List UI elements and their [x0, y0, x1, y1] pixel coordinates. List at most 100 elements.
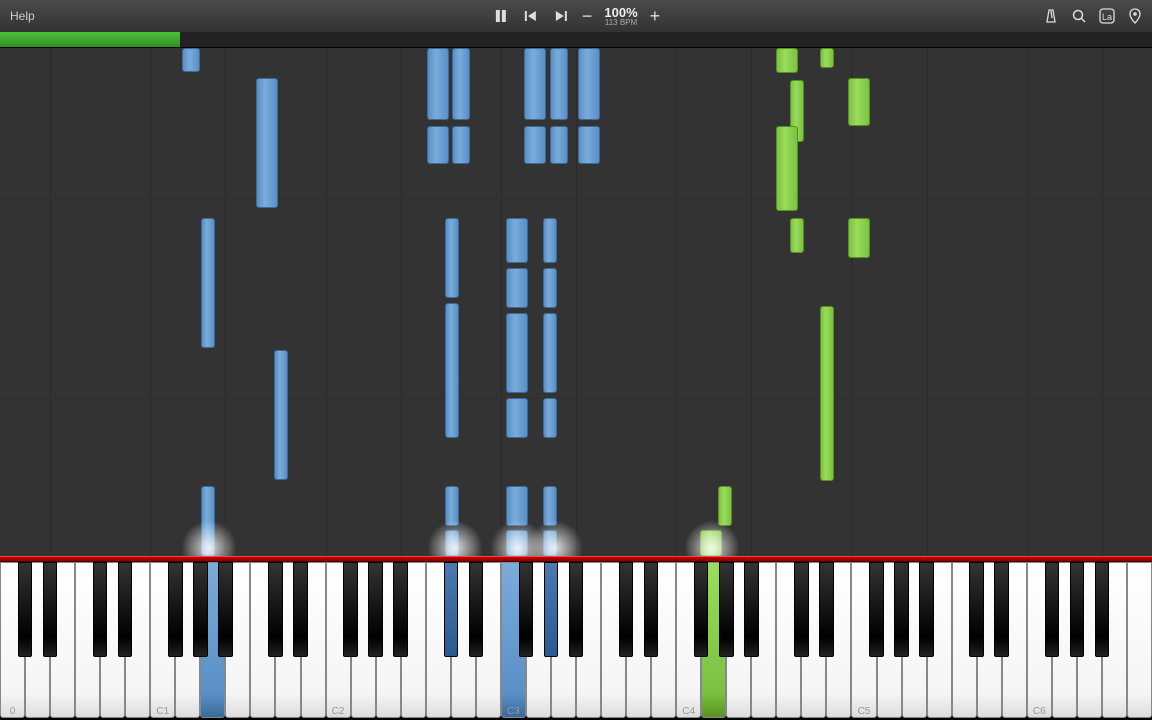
speed-bpm: 113 BPM	[604, 19, 637, 27]
black-key[interactable]	[744, 562, 759, 657]
toolbar: Help − 100% 113 BPM + La	[0, 0, 1152, 32]
falling-note	[543, 218, 557, 263]
grid-line-v	[676, 48, 677, 556]
grid-line-v	[576, 48, 577, 556]
falling-note	[790, 218, 804, 253]
grid-line-v	[326, 48, 327, 556]
falling-note	[578, 48, 600, 120]
black-key[interactable]	[519, 562, 534, 657]
progress-bar[interactable]	[0, 32, 1152, 48]
falling-note	[848, 218, 870, 258]
falling-note	[543, 313, 557, 393]
falling-note	[506, 313, 528, 393]
grid-line-v	[225, 48, 226, 556]
black-key[interactable]	[819, 562, 834, 657]
falling-note	[543, 530, 557, 556]
falling-note	[506, 398, 528, 438]
falling-note	[524, 126, 546, 164]
grid-line-v	[50, 48, 51, 556]
next-button[interactable]	[552, 7, 570, 25]
falling-note	[445, 486, 459, 526]
black-key[interactable]	[118, 562, 133, 657]
black-key[interactable]	[1045, 562, 1060, 657]
falling-note	[776, 126, 798, 211]
black-key[interactable]	[293, 562, 308, 657]
black-key[interactable]	[444, 562, 459, 657]
keys-container: 0C1C2C3C4C5C6	[0, 562, 1152, 720]
octave-label: C4	[676, 706, 701, 717]
black-key[interactable]	[569, 562, 584, 657]
black-key[interactable]	[994, 562, 1009, 657]
black-key[interactable]	[18, 562, 33, 657]
black-key[interactable]	[368, 562, 383, 657]
falling-note	[182, 48, 200, 72]
falling-note	[452, 48, 470, 120]
falling-note	[427, 48, 449, 120]
black-key[interactable]	[168, 562, 183, 657]
prev-button[interactable]	[522, 7, 540, 25]
black-key[interactable]	[544, 562, 559, 657]
falling-note	[776, 48, 798, 73]
black-key[interactable]	[393, 562, 408, 657]
falling-note	[445, 530, 459, 556]
falling-note	[445, 218, 459, 298]
marker-icon[interactable]	[1126, 7, 1144, 25]
svg-text:La: La	[1102, 12, 1112, 22]
falling-note	[506, 268, 528, 308]
falling-note	[550, 48, 568, 120]
falling-note	[820, 306, 834, 481]
pause-button[interactable]	[492, 7, 510, 25]
black-key[interactable]	[869, 562, 884, 657]
falling-note	[445, 303, 459, 438]
grid-line-h	[0, 198, 1152, 199]
black-key[interactable]	[719, 562, 734, 657]
octave-label: 0	[0, 706, 25, 717]
note-fall-area	[0, 48, 1152, 556]
black-key[interactable]	[43, 562, 58, 657]
falling-note	[550, 126, 568, 164]
black-key[interactable]	[343, 562, 358, 657]
grid-line-v	[401, 48, 402, 556]
metronome-icon[interactable]	[1042, 7, 1060, 25]
labels-icon[interactable]: La	[1098, 7, 1116, 25]
octave-label: C5	[851, 706, 876, 717]
black-key[interactable]	[1070, 562, 1085, 657]
octave-label: C3	[501, 706, 526, 717]
grid-line-v	[150, 48, 151, 556]
falling-note	[506, 530, 528, 556]
speed-down-button[interactable]: −	[582, 6, 593, 27]
black-key[interactable]	[619, 562, 634, 657]
black-key[interactable]	[193, 562, 208, 657]
grid-line-v	[1027, 48, 1028, 556]
speed-up-button[interactable]: +	[650, 6, 661, 27]
black-key[interactable]	[1095, 562, 1110, 657]
black-key[interactable]	[644, 562, 659, 657]
falling-note	[543, 398, 557, 438]
falling-note	[848, 78, 870, 126]
black-key[interactable]	[969, 562, 984, 657]
grid-line-v	[751, 48, 752, 556]
speed-display: 100% 113 BPM	[604, 6, 637, 27]
falling-note	[506, 486, 528, 526]
black-key[interactable]	[894, 562, 909, 657]
falling-note	[201, 486, 215, 556]
black-key[interactable]	[469, 562, 484, 657]
octave-label: C1	[150, 706, 175, 717]
black-key[interactable]	[93, 562, 108, 657]
falling-note	[543, 486, 557, 526]
zoom-icon[interactable]	[1070, 7, 1088, 25]
falling-note	[201, 218, 215, 348]
black-key[interactable]	[694, 562, 709, 657]
falling-note	[427, 126, 449, 164]
white-key[interactable]	[1127, 562, 1152, 718]
black-key[interactable]	[794, 562, 809, 657]
falling-note	[506, 218, 528, 263]
falling-note	[700, 530, 722, 556]
piano-keyboard[interactable]: 0C1C2C3C4C5C6	[0, 556, 1152, 720]
black-key[interactable]	[268, 562, 283, 657]
help-menu[interactable]: Help	[0, 9, 45, 23]
falling-note	[524, 48, 546, 120]
black-key[interactable]	[919, 562, 934, 657]
black-key[interactable]	[218, 562, 233, 657]
falling-note	[578, 126, 600, 164]
